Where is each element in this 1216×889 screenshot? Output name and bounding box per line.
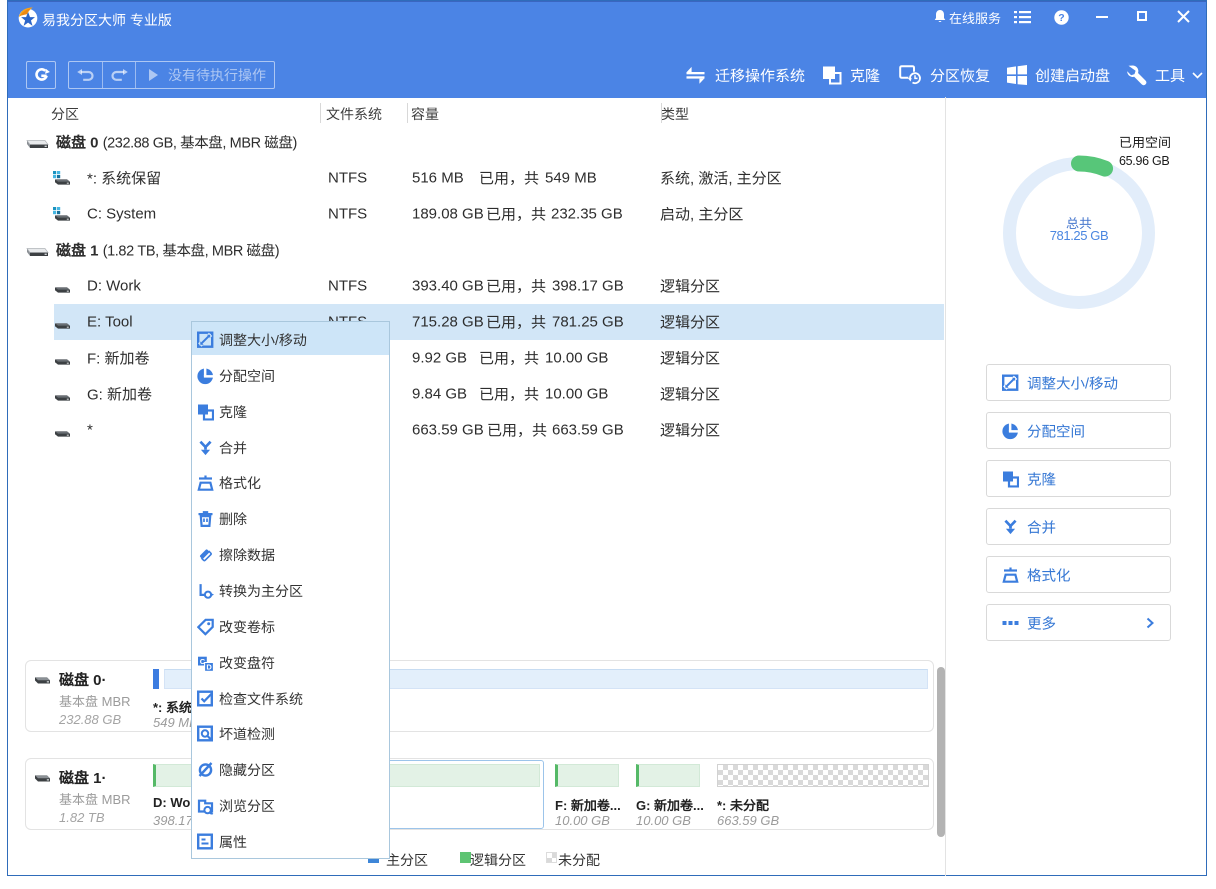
svg-text:D: D — [206, 662, 212, 671]
svg-text:?: ? — [1058, 12, 1064, 24]
